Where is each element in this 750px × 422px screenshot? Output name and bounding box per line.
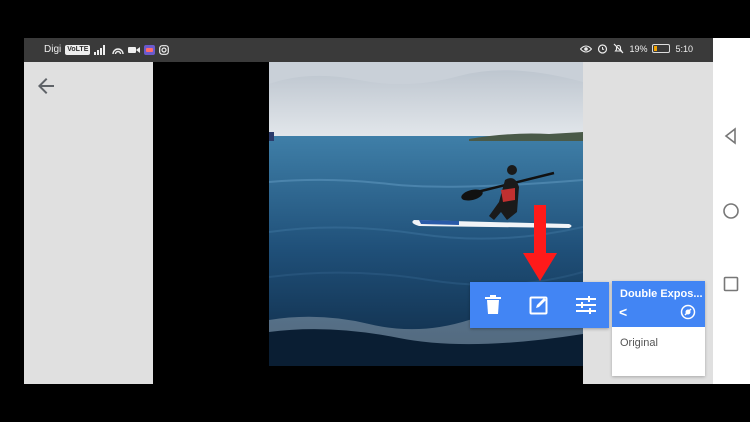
edit-button[interactable] [526, 292, 552, 318]
nav-recents-icon[interactable] [721, 274, 741, 294]
trash-icon [485, 295, 502, 314]
status-right: 19% 5:10 [580, 43, 693, 54]
mute-bell-icon [614, 43, 624, 54]
status-bar: Digi VoLTE 19% 5:10 [24, 38, 713, 62]
nav-back-icon[interactable] [721, 126, 741, 146]
style-palette-icon[interactable] [680, 304, 696, 320]
carrier-label: Digi [44, 44, 62, 55]
delete-button[interactable] [480, 292, 506, 318]
eye-icon [580, 44, 593, 53]
original-option[interactable]: Original [620, 337, 658, 349]
app-notification-icon [144, 44, 156, 55]
letterbox-area [153, 62, 269, 384]
edit-toolbar [470, 282, 609, 328]
photo-bottom-bar [269, 366, 583, 384]
hotspot-icon [112, 47, 125, 54]
nav-home-icon[interactable] [721, 201, 741, 221]
left-panel [24, 62, 153, 384]
battery-percent: 19% [629, 43, 648, 54]
status-left: Digi VoLTE [44, 44, 170, 55]
alarm-icon [598, 44, 608, 54]
filter-card[interactable]: Double Expos... < Original [612, 281, 705, 376]
edit-square-icon [529, 296, 548, 315]
clock: 5:10 [675, 43, 693, 54]
phone-screen: Digi VoLTE 19% 5:10 Double Expos... < Or… [24, 38, 713, 384]
battery-icon [652, 44, 671, 53]
chevron-left-icon[interactable]: < [619, 304, 627, 320]
instagram-icon [159, 44, 170, 55]
volte-badge: VoLTE [65, 44, 91, 55]
red-arrow-down-icon [523, 205, 557, 281]
adjust-button[interactable] [573, 292, 599, 318]
signal-icon [94, 44, 106, 55]
filter-card-header: Double Expos... < [612, 281, 705, 327]
arrow-back-icon[interactable] [34, 74, 58, 98]
video-call-icon [128, 46, 141, 53]
system-nav-bar [713, 38, 750, 384]
tune-sliders-icon [575, 296, 596, 314]
filter-card-title: Double Expos... [620, 288, 702, 300]
battery-fill [654, 46, 658, 51]
